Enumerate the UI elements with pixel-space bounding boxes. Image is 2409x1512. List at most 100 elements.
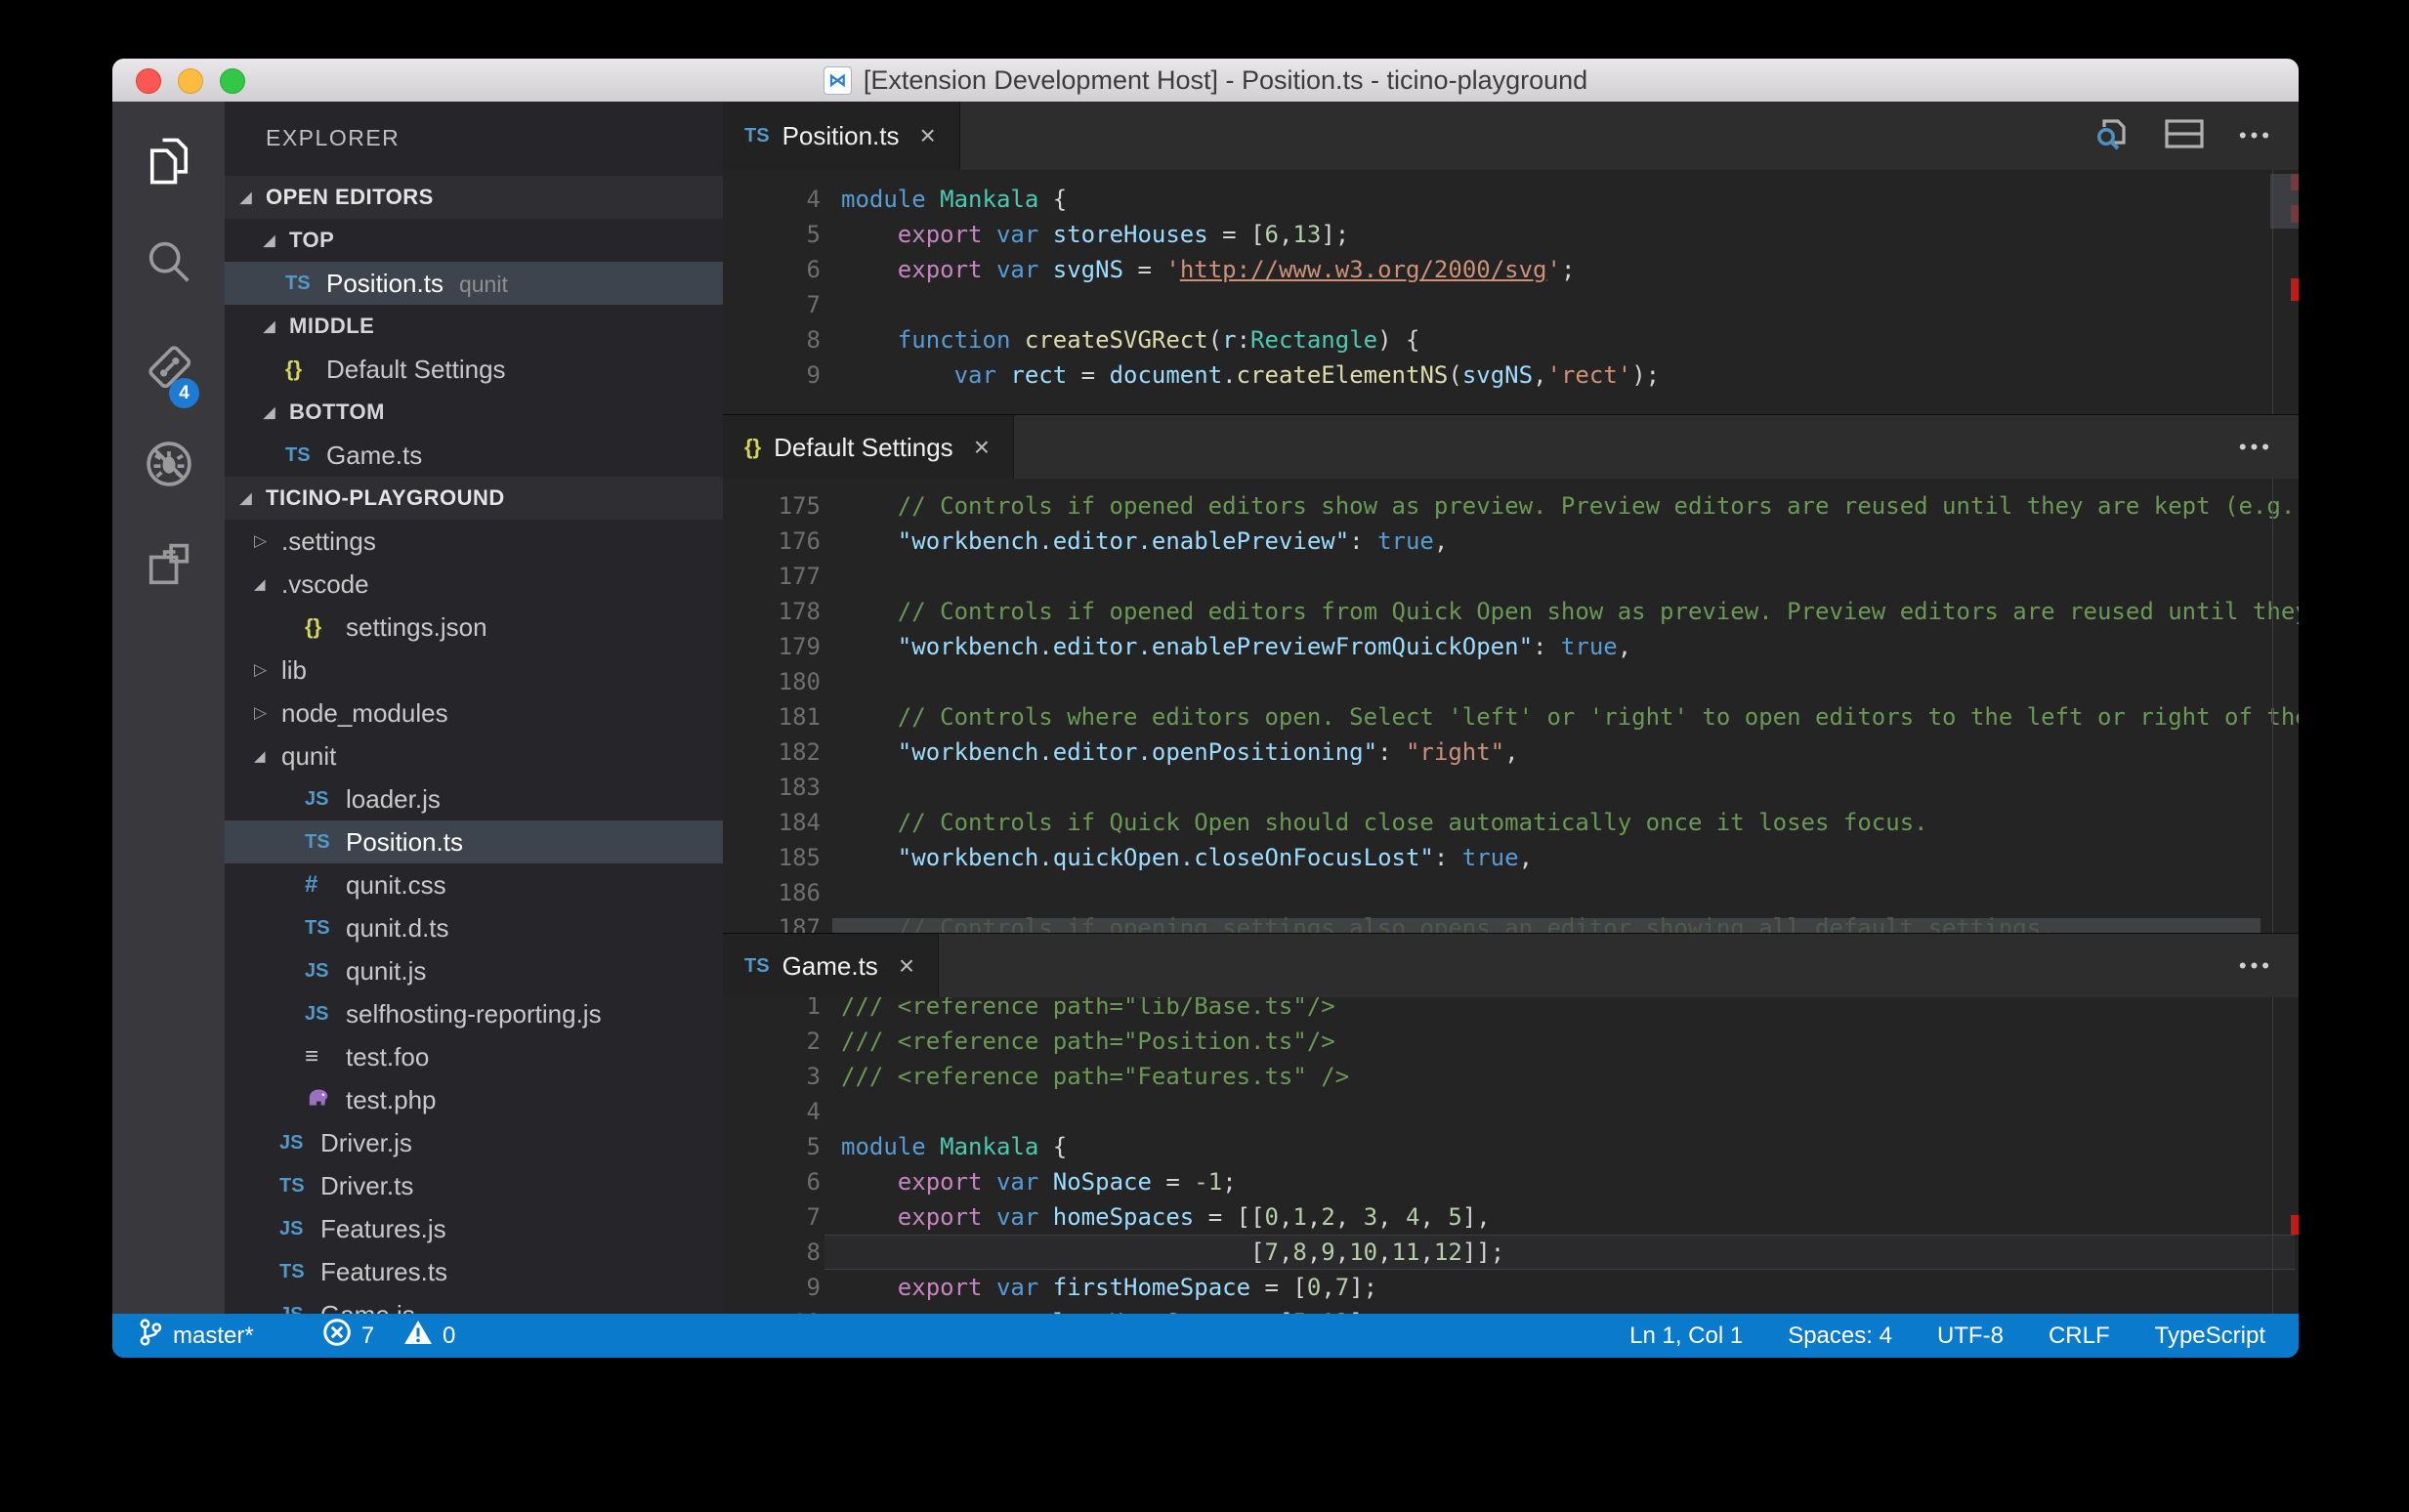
- line-number: 9: [723, 1270, 821, 1305]
- status-warning[interactable]: 0: [403, 1319, 455, 1353]
- git-branch-icon: [138, 1318, 163, 1354]
- more-icon[interactable]: •••: [2239, 123, 2273, 148]
- section-header-ticino-playground[interactable]: ◢TICINO-PLAYGROUND: [225, 477, 723, 520]
- extensions-icon[interactable]: [142, 537, 196, 592]
- line-number: 187: [723, 910, 821, 933]
- close-tab-icon[interactable]: ×: [974, 432, 990, 463]
- item-description: qunit: [459, 272, 508, 297]
- window-title: [Extension Development Host] - Position.…: [864, 65, 1587, 96]
- tab-default-settings[interactable]: {}Default Settings×: [723, 415, 1014, 480]
- split-editor-icon[interactable]: [2165, 119, 2204, 153]
- item-label: settings.json: [346, 612, 487, 643]
- line-number: 7: [723, 287, 821, 322]
- overview-ruler-border: [2272, 997, 2273, 1314]
- line-number: 6: [723, 252, 821, 287]
- sidebar-item-selfhosting-reporting-js[interactable]: JSselfhosting-reporting.js: [225, 992, 723, 1035]
- vertical-scrollbar[interactable]: [2270, 174, 2299, 229]
- twisty-expanded-icon: ◢: [240, 189, 252, 206]
- sidebar-item-lib[interactable]: ▷lib: [225, 649, 723, 692]
- debug-icon[interactable]: [142, 437, 196, 491]
- scm-badge: 4: [169, 378, 199, 408]
- title-bar[interactable]: ⋈ [Extension Development Host] - Positio…: [112, 59, 2299, 103]
- code-editor-default-settings[interactable]: 175 // Controls if opened editors show a…: [723, 479, 2299, 933]
- item-label: .vscode: [281, 569, 369, 600]
- status-typescript[interactable]: TypeScript: [2155, 1323, 2265, 1350]
- status-utf-8[interactable]: UTF-8: [1937, 1323, 2004, 1350]
- twisty-expanded-icon: ◢: [264, 403, 275, 421]
- item-label: MIDDLE: [289, 314, 374, 339]
- tab-game-ts[interactable]: TSGame.ts×: [723, 934, 939, 998]
- sidebar-item-driver-ts[interactable]: TSDriver.ts: [225, 1164, 723, 1207]
- item-label: Default Settings: [326, 355, 506, 385]
- search-icon[interactable]: [142, 234, 196, 289]
- sidebar-item-game-js[interactable]: JSGame.js: [225, 1293, 723, 1314]
- editor-group-header-default-settings: {}Default Settings× •••: [723, 414, 2299, 480]
- item-label: node_modules: [281, 698, 448, 729]
- status-ln-1-col-1[interactable]: Ln 1, Col 1: [1629, 1323, 1743, 1350]
- sidebar-item-node-modules[interactable]: ▷node_modules: [225, 692, 723, 735]
- item-label: selfhosting-reporting.js: [346, 999, 602, 1029]
- code-line-3: 3/// <reference path="Features.ts" />: [723, 1059, 2299, 1094]
- line-number: 6: [723, 1164, 821, 1199]
- section-header-open-editors[interactable]: ◢OPEN EDITORS: [225, 176, 723, 219]
- sidebar-item-vscode[interactable]: ◢.vscode: [225, 563, 723, 606]
- braces-file-icon: {}: [305, 614, 344, 640]
- sidebar-item-position-ts[interactable]: TSPosition.tsqunit: [225, 262, 723, 305]
- item-label: TOP: [289, 228, 334, 253]
- line-number: 183: [723, 770, 821, 805]
- status-bar-right: Ln 1, Col 1 Spaces: 4 UTF-8 CRLF TypeScript: [1585, 1323, 2265, 1350]
- code-editor-position-ts[interactable]: 4module Mankala {5 export var storeHouse…: [723, 170, 2299, 414]
- line-number: 181: [723, 699, 821, 735]
- sidebar-item-settings-json[interactable]: {}settings.json: [225, 606, 723, 649]
- status-git-branch[interactable]: master*: [138, 1318, 254, 1354]
- js-file-icon: JS: [305, 1003, 344, 1026]
- editor-group-header-position-ts: TSPosition.ts×•••: [723, 102, 2299, 170]
- status-crlf[interactable]: CRLF: [2049, 1323, 2110, 1350]
- line-number: 185: [723, 840, 821, 875]
- sidebar-item-features-js[interactable]: JSFeatures.js: [225, 1207, 723, 1250]
- code-line-182: 182 "workbench.editor.openPositioning": …: [723, 735, 2299, 770]
- overview-ruler-border: [2272, 479, 2273, 933]
- horizontal-scrollbar[interactable]: [832, 918, 2261, 933]
- sidebar-item-top[interactable]: ◢TOP: [225, 219, 723, 262]
- tab-label: Position.ts: [782, 121, 900, 151]
- line-number: 8: [723, 1235, 821, 1270]
- sidebar-item-test-php[interactable]: test.php: [225, 1078, 723, 1121]
- sidebar-item-driver-js[interactable]: JSDriver.js: [225, 1121, 723, 1164]
- sidebar-item-middle[interactable]: ◢MIDDLE: [225, 305, 723, 348]
- item-label: Driver.ts: [320, 1171, 413, 1201]
- activity-bar: 4: [112, 102, 225, 1314]
- code-line-180: 180: [723, 664, 2299, 699]
- close-tab-icon[interactable]: ×: [920, 120, 936, 151]
- item-label: lib: [281, 655, 307, 686]
- sidebar-item-loader-js[interactable]: JSloader.js: [225, 777, 723, 820]
- status-spaces-4[interactable]: Spaces: 4: [1788, 1323, 1892, 1350]
- sidebar-item-features-ts[interactable]: TSFeatures.ts: [225, 1250, 723, 1293]
- code-line-5: 5 export var storeHouses = [6,13];: [723, 217, 2299, 252]
- sidebar-title: EXPLORER: [266, 125, 400, 151]
- ts-tab-icon: TS: [744, 955, 770, 978]
- sidebar-item-test-foo[interactable]: ≡test.foo: [225, 1035, 723, 1078]
- code-editor-game-ts[interactable]: 1/// <reference path="lib/Base.ts"/>2///…: [723, 997, 2299, 1314]
- sidebar-item-bottom[interactable]: ◢BOTTOM: [225, 391, 723, 434]
- line-number: 1: [723, 997, 821, 1024]
- sidebar-item-qunit-js[interactable]: JSqunit.js: [225, 949, 723, 992]
- status-error[interactable]: 7: [322, 1318, 374, 1354]
- code-line-6: 6 export var NoSpace = -1;: [723, 1164, 2299, 1199]
- sidebar-item-game-ts[interactable]: TSGame.ts: [225, 434, 723, 477]
- sidebar-item-settings[interactable]: ▷.settings: [225, 520, 723, 563]
- line-number: 10: [723, 1305, 821, 1314]
- open-preview-icon[interactable]: [2091, 117, 2130, 155]
- tab-position-ts[interactable]: TSPosition.ts×: [723, 102, 960, 170]
- sidebar-item-position-ts[interactable]: TSPosition.ts: [225, 820, 723, 863]
- sidebar-item-qunit-css[interactable]: #qunit.css: [225, 863, 723, 906]
- code-line-186: 186: [723, 875, 2299, 910]
- ts-file-icon: TS: [305, 831, 344, 854]
- sidebar-item-qunit-d-ts[interactable]: TSqunit.d.ts: [225, 906, 723, 949]
- more-icon[interactable]: •••: [2239, 953, 2273, 979]
- sidebar-item-qunit[interactable]: ◢qunit: [225, 735, 723, 777]
- more-icon[interactable]: •••: [2239, 435, 2273, 460]
- explorer-icon[interactable]: [142, 134, 196, 189]
- close-tab-icon[interactable]: ×: [899, 950, 914, 982]
- sidebar-item-default-settings[interactable]: {}Default Settings: [225, 348, 723, 391]
